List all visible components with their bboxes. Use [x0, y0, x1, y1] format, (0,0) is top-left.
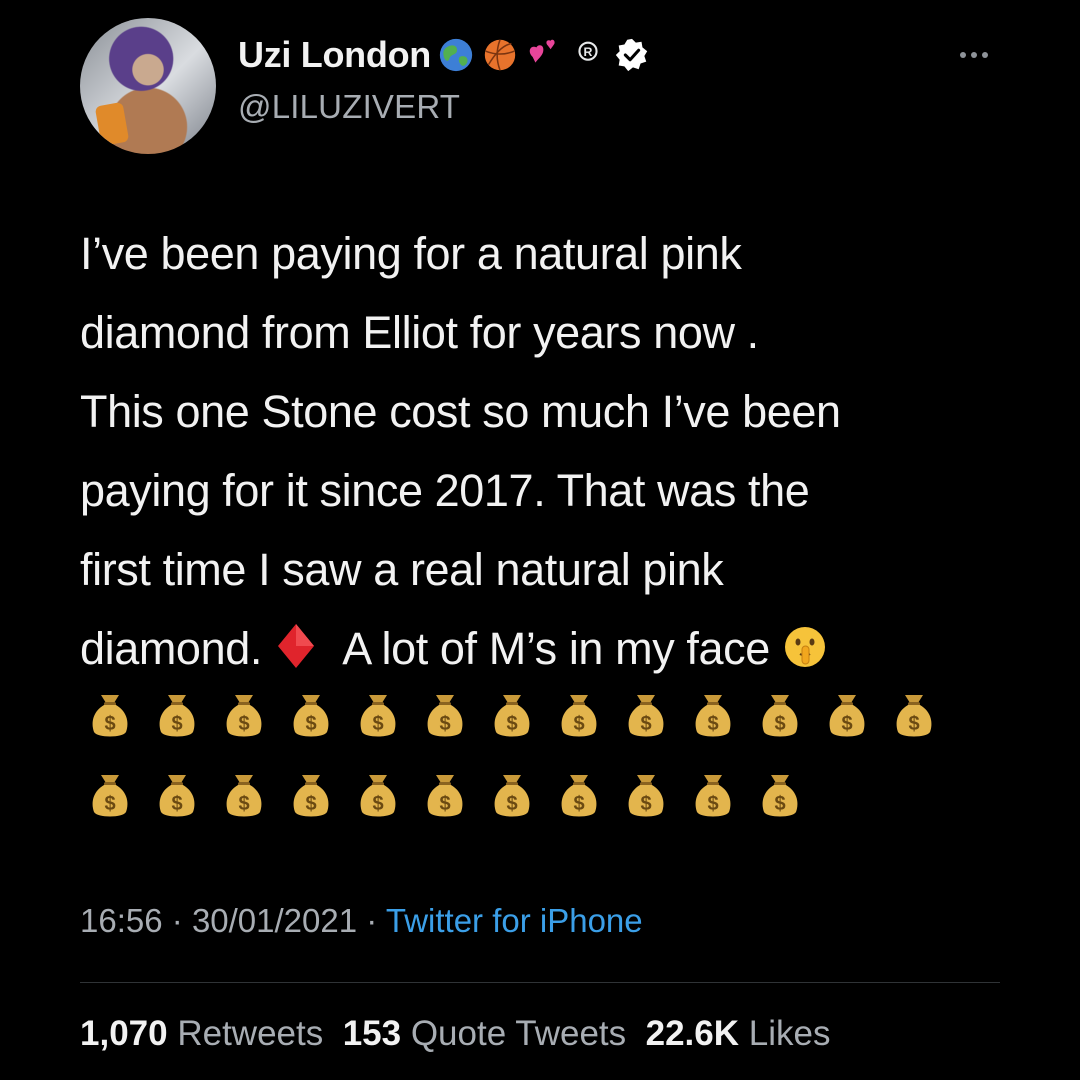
author-name-row: Uzi London R — [238, 34, 651, 76]
avatar[interactable] — [80, 18, 216, 154]
more-options-icon[interactable] — [960, 52, 988, 58]
money-bag-icon: $ — [695, 695, 731, 737]
svg-text:$: $ — [774, 793, 785, 815]
tweet-line: diamond from Elliot for years now . — [80, 307, 759, 358]
svg-text:$: $ — [104, 713, 115, 735]
retweets-stat[interactable]: 1,070 Retweets — [80, 1014, 323, 1053]
verified-badge-icon — [615, 38, 648, 72]
svg-text:$: $ — [171, 793, 182, 815]
money-bag-icon: $ — [829, 695, 865, 737]
tweet-line: I’ve been paying for a natural pink — [80, 228, 742, 279]
svg-text:$: $ — [774, 713, 785, 735]
money-bag-icon: $ — [293, 695, 329, 737]
money-bag-icon: $ — [561, 775, 597, 817]
svg-text:$: $ — [640, 713, 651, 735]
svg-text:$: $ — [707, 793, 718, 815]
tweet-text-segment: diamond. — [80, 623, 262, 674]
tweet-source-link[interactable]: Twitter for iPhone — [386, 902, 643, 939]
meta-separator: · — [171, 902, 183, 939]
money-bag-icon: $ — [226, 695, 262, 737]
money-bag-icon: $ — [628, 695, 664, 737]
money-bag-icon: $ — [561, 695, 597, 737]
svg-text:R: R — [583, 45, 592, 59]
money-bag-icon: $ — [427, 775, 463, 817]
money-bag-icon: $ — [293, 775, 329, 817]
money-bag-icon: $ — [762, 775, 798, 817]
money-bag-icon: $ — [427, 695, 463, 737]
money-bag-icon: $ — [159, 695, 195, 737]
retweets-count: 1,070 — [80, 1014, 168, 1053]
quotes-count: 153 — [342, 1014, 402, 1053]
svg-text:$: $ — [238, 713, 249, 735]
retweets-label: Retweets — [177, 1014, 324, 1053]
quotes-stat[interactable]: 153 Quote Tweets — [343, 1014, 626, 1053]
svg-text:$: $ — [305, 713, 316, 735]
tweet-time[interactable]: 16:56 — [80, 902, 163, 939]
likes-label: Likes — [748, 1014, 831, 1053]
svg-text:$: $ — [171, 713, 182, 735]
svg-text:$: $ — [305, 793, 316, 815]
money-bag-icon: $ — [896, 695, 932, 737]
basketball-icon — [484, 39, 516, 71]
svg-text:$: $ — [439, 793, 450, 815]
tweet-text: I’ve been paying for a natural pink diam… — [80, 214, 1020, 688]
svg-text:$: $ — [573, 713, 584, 735]
tweet-date[interactable]: 30/01/2021 — [192, 902, 357, 939]
tweet-line-last: diamond. A lot of M’s in my face — [80, 609, 1020, 688]
two-hearts-icon — [529, 39, 555, 63]
tweet-meta: 16:56 · 30/01/2021 · Twitter for iPhone — [80, 902, 643, 940]
registered-icon: R — [578, 41, 598, 61]
tweet-stats: 1,070 Retweets 153 Quote Tweets 22.6K Li… — [80, 1014, 830, 1054]
display-name[interactable]: Uzi London — [238, 34, 431, 76]
money-bag-icon: $ — [494, 775, 530, 817]
svg-text:$: $ — [372, 793, 383, 815]
svg-text:$: $ — [104, 793, 115, 815]
tweet-line: first time I saw a real natural pink — [80, 544, 724, 595]
money-bag-row: $ $ $ $ $ $ $ $ $ $ $ $ $ — [88, 692, 936, 740]
money-bag-row: $ $ $ $ $ $ $ $ $ $ $ — [88, 772, 802, 820]
meta-separator: · — [366, 902, 378, 939]
money-bag-icon: $ — [360, 695, 396, 737]
tweet-line: paying for it since 2017. That was the — [80, 465, 810, 516]
money-bag-icon: $ — [92, 775, 128, 817]
svg-text:$: $ — [238, 793, 249, 815]
svg-text:$: $ — [506, 713, 517, 735]
money-bag-icon: $ — [92, 695, 128, 737]
money-bag-icon: $ — [762, 695, 798, 737]
money-bag-icon: $ — [159, 775, 195, 817]
svg-text:$: $ — [841, 713, 852, 735]
money-bag-icon: $ — [360, 775, 396, 817]
money-bag-icon: $ — [628, 775, 664, 817]
svg-text:$: $ — [439, 713, 450, 735]
likes-count: 22.6K — [645, 1014, 740, 1053]
tweet-text-segment: A lot of M’s in my face — [342, 623, 770, 674]
tweet-line: This one Stone cost so much I’ve been — [80, 386, 841, 437]
svg-text:$: $ — [372, 713, 383, 735]
svg-text:$: $ — [573, 793, 584, 815]
money-bag-icon: $ — [695, 775, 731, 817]
divider — [80, 982, 1000, 983]
svg-text:$: $ — [707, 713, 718, 735]
author-handle[interactable]: @LILUZIVERT — [238, 88, 460, 126]
svg-text:$: $ — [908, 713, 919, 735]
svg-text:$: $ — [506, 793, 517, 815]
quotes-label: Quote Tweets — [410, 1014, 627, 1053]
globe-icon — [439, 38, 473, 72]
svg-text:$: $ — [640, 793, 651, 815]
red-diamond-icon — [278, 624, 315, 668]
shushing-face-icon — [785, 627, 825, 667]
likes-stat[interactable]: 22.6K Likes — [646, 1014, 831, 1053]
money-bag-icon: $ — [494, 695, 530, 737]
money-bag-icon: $ — [226, 775, 262, 817]
